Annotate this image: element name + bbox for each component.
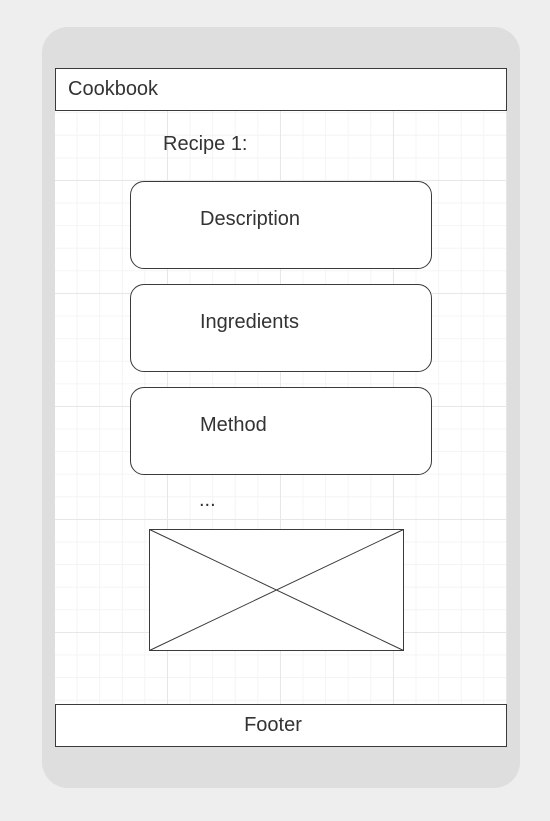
- ingredients-card[interactable]: Ingredients: [130, 284, 432, 372]
- footer-text: Footer: [244, 714, 302, 736]
- description-card[interactable]: Description: [130, 181, 432, 269]
- app-title: Cookbook: [68, 78, 159, 100]
- app-header: Cookbook: [55, 68, 507, 111]
- recipe-title: Recipe 1:: [163, 133, 248, 155]
- method-label: Method: [200, 414, 267, 436]
- image-placeholder-icon: [149, 529, 404, 651]
- method-card[interactable]: Method: [130, 387, 432, 475]
- ingredients-label: Ingredients: [200, 311, 299, 333]
- app-footer: Footer: [55, 704, 507, 747]
- more-indicator: ...: [199, 489, 216, 511]
- description-label: Description: [200, 208, 301, 230]
